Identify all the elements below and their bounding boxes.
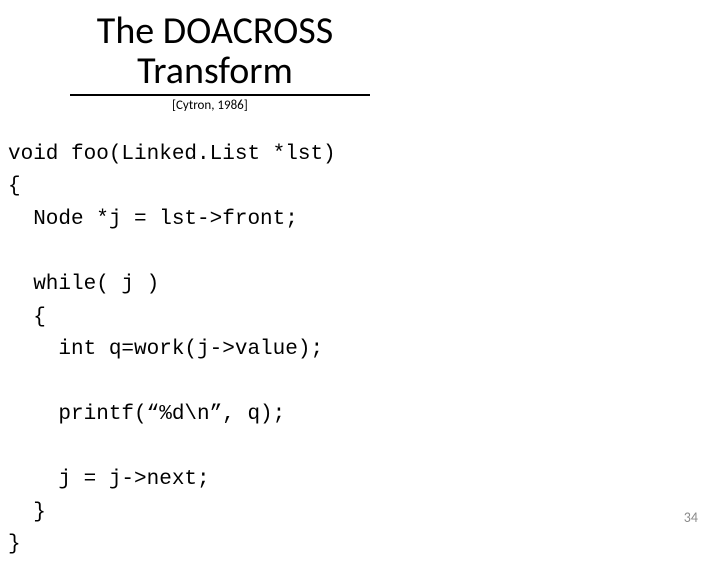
citation: [Cytron, 1986] [172,98,720,113]
title-block: The DOACROSS Transform [Cytron, 1986] [0,0,720,113]
code-block: void foo(Linked.List *lst) { Node *j = l… [0,113,720,562]
slide-title: The DOACROSS Transform [70,12,370,96]
page-number: 34 [684,509,698,526]
title-line-2: Transform [137,48,293,94]
